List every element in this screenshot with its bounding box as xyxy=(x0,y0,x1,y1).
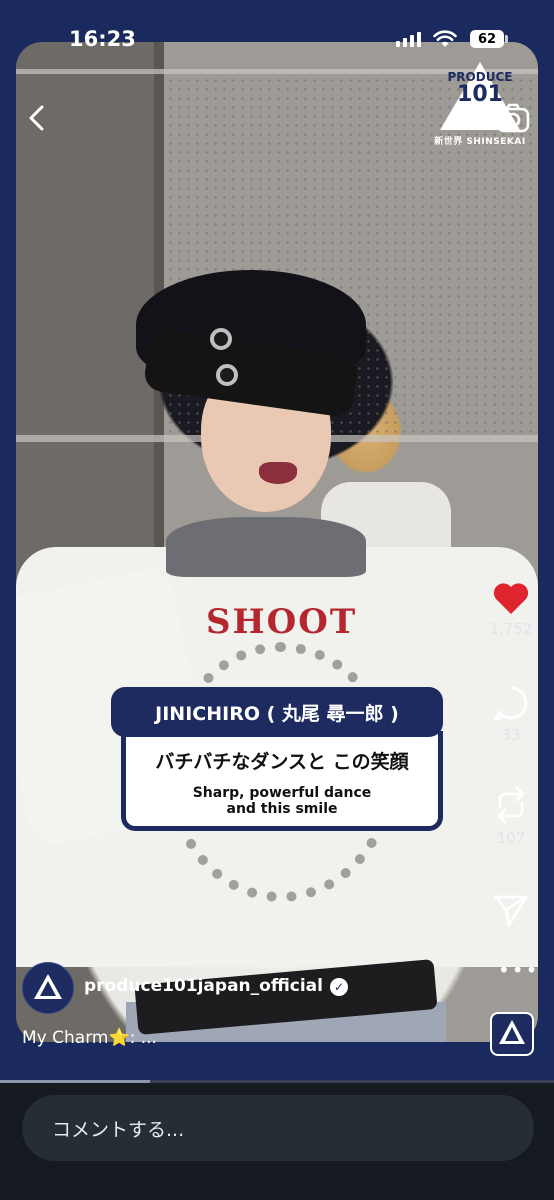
comment-icon xyxy=(494,686,528,721)
repost-count: 107 xyxy=(496,829,526,847)
mouth xyxy=(259,462,297,484)
heart-icon xyxy=(493,583,529,614)
repost-button[interactable]: 107 xyxy=(484,785,538,847)
caption-body: バチバチなダンスと この笑顔 Sharp, powerful dance and… xyxy=(121,731,443,831)
gray-hood xyxy=(166,517,366,577)
comment-button[interactable]: 33 xyxy=(484,684,538,744)
post-caption[interactable]: My Charm⭐️: ... xyxy=(22,1028,157,1048)
camera-icon[interactable] xyxy=(496,103,530,133)
caption-japanese: バチバチなダンスと この笑顔 xyxy=(155,751,409,773)
logo-text-shinsekai: 新世界 SHINSEKAI xyxy=(434,137,526,147)
caption-trainee-name: JINICHIRO ( 丸尾 尋一郎 ) xyxy=(111,687,443,737)
video-player[interactable]: SHOOT xyxy=(16,42,538,1042)
like-button[interactable]: 1,752 xyxy=(484,580,538,638)
like-count: 1,752 xyxy=(489,620,533,638)
verified-icon: ✓ xyxy=(330,978,348,996)
send-icon xyxy=(494,895,528,927)
caption-english-line1: Sharp, powerful dance xyxy=(192,785,372,801)
caption-english-line2: and this smile xyxy=(226,801,338,817)
comment-input[interactable]: コメントする... xyxy=(22,1095,534,1161)
share-button[interactable] xyxy=(484,892,538,932)
status-bar: 16:23 62 xyxy=(0,0,554,51)
caption-english: Sharp, powerful dance and this smile xyxy=(126,785,438,817)
more-icon[interactable]: ••• xyxy=(498,958,539,982)
comment-count: 33 xyxy=(501,726,521,744)
signal-icon xyxy=(396,32,421,47)
headband-ring xyxy=(216,364,238,386)
avatar-logo-icon xyxy=(34,974,62,999)
wifi-icon xyxy=(433,30,457,47)
username[interactable]: produce101japan_official xyxy=(84,976,323,996)
repost-icon xyxy=(497,786,525,824)
back-icon xyxy=(29,105,44,131)
shirt-print: SHOOT xyxy=(206,602,358,642)
caption-card: バチバチなダンスと この笑顔 Sharp, powerful dance and… xyxy=(111,687,443,839)
avatar[interactable] xyxy=(22,962,74,1014)
battery-tip xyxy=(505,35,508,43)
audio-thumbnail[interactable] xyxy=(490,1012,534,1056)
battery-icon: 62 xyxy=(470,30,504,48)
status-time: 16:23 xyxy=(69,27,136,51)
bottom-bar: コメントする... xyxy=(0,1083,554,1200)
audio-logo-icon xyxy=(499,1020,525,1044)
headband-ring xyxy=(210,328,232,350)
back-button[interactable] xyxy=(22,103,52,133)
